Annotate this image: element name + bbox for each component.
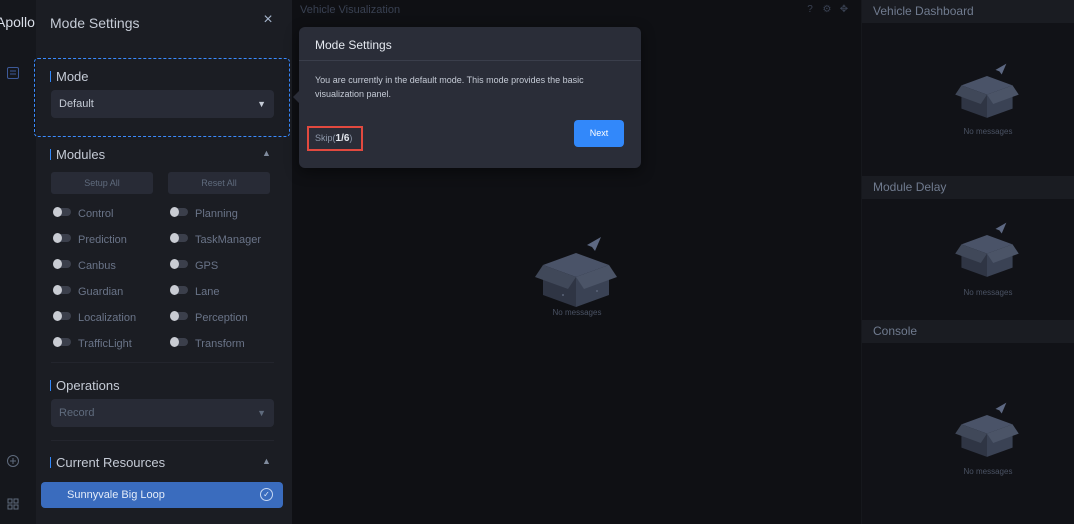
skip-button[interactable]: Skip(1/6): [307, 126, 363, 151]
vehicle-dashboard-title: Vehicle Dashboard: [862, 0, 1074, 23]
settings-icon[interactable]: ⚙: [821, 4, 833, 16]
module-label: GPS: [195, 260, 219, 272]
divider: [51, 362, 274, 363]
divider: [51, 440, 274, 441]
panel-header: Mode Settings ×: [36, 0, 292, 46]
module-toggle-canbus[interactable]: Canbus: [53, 259, 116, 274]
module-toggle-gps[interactable]: GPS: [170, 259, 219, 274]
divider: [299, 60, 641, 61]
toggle-switch[interactable]: [53, 259, 71, 269]
brand-logo-text: Apollo: [0, 14, 35, 30]
next-button[interactable]: Next: [574, 120, 624, 147]
module-label: Localization: [78, 312, 137, 324]
empty-box-icon: [955, 402, 1019, 457]
module-label: Transform: [195, 338, 245, 350]
module-toggle-localization[interactable]: Localization: [53, 311, 137, 326]
module-label: Canbus: [78, 260, 116, 272]
module-toggle-trafficlight[interactable]: TrafficLight: [53, 337, 132, 352]
left-rail: Apollo: [0, 0, 36, 524]
mode-select[interactable]: Default ▼: [51, 90, 274, 118]
chevron-up-icon[interactable]: ▲: [262, 456, 271, 466]
mode-label: Mode: [50, 69, 89, 84]
module-label: Perception: [195, 312, 248, 324]
skip-close-paren: ): [349, 133, 353, 143]
right-dashboard-column: Vehicle Dashboard No messages Module Del…: [861, 0, 1074, 524]
resource-manager-icon[interactable]: [5, 496, 21, 512]
toggle-switch[interactable]: [53, 285, 71, 295]
module-label: Control: [78, 208, 114, 220]
toggle-switch[interactable]: [53, 337, 71, 347]
toggle-switch[interactable]: [170, 259, 188, 269]
modules-label: Modules: [50, 147, 105, 162]
module-label: Planning: [195, 208, 238, 220]
toggle-switch[interactable]: [170, 285, 188, 295]
no-messages-text: No messages: [552, 308, 602, 317]
popover-title: Mode Settings: [315, 38, 392, 52]
module-toggle-control[interactable]: Control: [53, 207, 114, 222]
no-messages-text: No messages: [963, 467, 1013, 476]
setup-all-button[interactable]: Setup All: [51, 172, 153, 194]
check-circle-icon: ✓: [260, 488, 273, 501]
visualization-title: Vehicle Visualization: [300, 4, 401, 16]
toggle-switch[interactable]: [170, 233, 188, 243]
module-label: Guardian: [78, 286, 124, 298]
module-toggle-prediction[interactable]: Prediction: [53, 233, 127, 248]
operations-label: Operations: [50, 378, 120, 393]
resource-item-selected[interactable]: Sunnyvale Big Loop ✓: [41, 482, 283, 508]
operations-select[interactable]: Record ▼: [51, 399, 274, 427]
chevron-down-icon: ▼: [257, 99, 266, 109]
skip-label: Skip: [315, 133, 333, 143]
chevron-down-icon: ▼: [257, 408, 266, 418]
current-resources-label: Current Resources: [50, 455, 165, 470]
panel-title: Mode Settings: [50, 15, 140, 31]
mode-settings-icon[interactable]: [5, 65, 21, 81]
guide-popover: Mode Settings You are currently in the d…: [293, 27, 641, 168]
module-toggle-transform[interactable]: Transform: [170, 337, 245, 352]
module-toggle-planning[interactable]: Planning: [170, 207, 238, 222]
move-icon[interactable]: ✥: [838, 4, 850, 16]
mode-settings-panel: Mode Settings × Mode Default ▼ Modules ▲…: [34, 0, 292, 524]
resource-label: Sunnyvale Big Loop: [67, 489, 165, 501]
module-toggle-taskmanager[interactable]: TaskManager: [170, 233, 262, 248]
module-label: Prediction: [78, 234, 127, 246]
step-counter: 1/6: [335, 133, 350, 144]
toggle-switch[interactable]: [53, 207, 71, 217]
console-title: Console: [862, 320, 1074, 343]
module-label: TaskManager: [195, 234, 262, 246]
empty-box-icon: [535, 237, 617, 307]
toggle-switch[interactable]: [53, 233, 71, 243]
toggle-switch[interactable]: [170, 207, 188, 217]
close-icon[interactable]: ×: [260, 12, 276, 28]
empty-box-icon: [955, 222, 1019, 277]
module-toggle-guardian[interactable]: Guardian: [53, 285, 124, 300]
operations-select-value: Record: [59, 407, 95, 419]
module-toggle-lane[interactable]: Lane: [170, 285, 220, 300]
reset-all-button[interactable]: Reset All: [168, 172, 270, 194]
help-icon[interactable]: ?: [804, 4, 816, 16]
add-panel-icon[interactable]: [5, 453, 21, 469]
empty-box-icon: [955, 63, 1019, 118]
module-label: TrafficLight: [78, 338, 132, 350]
toggle-switch[interactable]: [170, 337, 188, 347]
no-messages-text: No messages: [963, 127, 1013, 136]
module-label: Lane: [195, 286, 220, 298]
popover-body: You are currently in the default mode. T…: [315, 75, 584, 99]
toggle-switch[interactable]: [170, 311, 188, 321]
no-messages-text: No messages: [963, 288, 1013, 297]
mode-select-value: Default: [59, 98, 94, 110]
module-delay-title: Module Delay: [862, 176, 1074, 199]
toggle-switch[interactable]: [53, 311, 71, 321]
chevron-up-icon[interactable]: ▲: [262, 148, 271, 158]
module-toggle-perception[interactable]: Perception: [170, 311, 248, 326]
